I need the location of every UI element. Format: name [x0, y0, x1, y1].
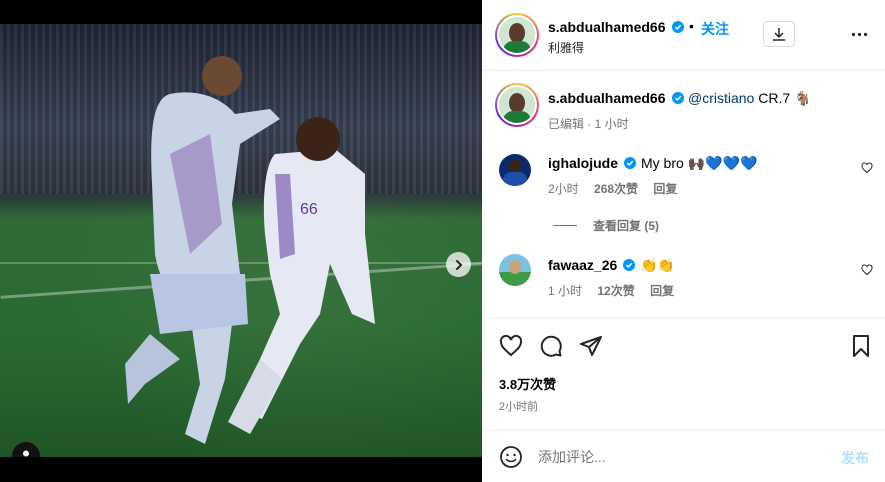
caption-meta: 已编辑 · 1 小时 [548, 117, 629, 131]
like-heart-icon[interactable] [499, 334, 523, 358]
next-slide-button[interactable] [446, 252, 471, 277]
caption-username[interactable]: s.abdualhamed66 [548, 90, 666, 106]
header-separator: • [689, 18, 694, 34]
like-count[interactable]: 3.8万次赞 [499, 374, 556, 393]
save-bookmark-icon[interactable] [849, 334, 873, 358]
comment-meta: 2小时 268次赞 回复 [548, 180, 677, 197]
verified-badge-icon [623, 259, 635, 271]
svg-text:66: 66 [300, 201, 318, 218]
post-header: s.abdualhamed66 • 关注 利雅得 [482, 0, 885, 71]
instagram-post-modal: 66 s.abdualhamed66 • 关注 利雅得 s.abdualhame… [0, 0, 885, 482]
post-time-ago[interactable]: 2小时前 [499, 398, 538, 414]
comment-meta: 1 小时 12次赞 回复 [548, 282, 674, 299]
like-comment-heart-icon[interactable] [861, 264, 873, 276]
post-comment-button[interactable]: 发布 [841, 448, 869, 468]
download-icon [773, 28, 785, 41]
comment-emoji: 👏👏 [640, 257, 675, 273]
caption-body: CR.7 [754, 90, 791, 106]
comment-body: My bro [641, 155, 688, 171]
players-illustration: 66 [125, 56, 375, 444]
chevron-right-icon [455, 259, 462, 270]
comment-avatar[interactable] [499, 254, 531, 286]
like-comment-heart-icon[interactable] [861, 162, 873, 174]
action-bar [482, 318, 885, 378]
view-replies-button[interactable]: 查看回复 (5) [553, 217, 659, 234]
user-icon [23, 450, 29, 457]
view-replies-label: 查看回复 (5) [593, 219, 660, 233]
comment-time: 2小时 [548, 182, 579, 196]
verified-badge-icon [672, 92, 684, 104]
post-location[interactable]: 利雅得 [548, 39, 584, 56]
caption-author-avatar[interactable] [495, 83, 539, 127]
post-image[interactable]: 66 [0, 24, 482, 457]
caption-text: @cristiano CR.7 🐐 [688, 90, 811, 107]
comment-likes[interactable]: 12次赞 [597, 284, 634, 298]
comment-username[interactable]: ighalojude [548, 155, 618, 171]
comment-text: My bro 🙌🏿💙💙💙 [641, 155, 757, 172]
caption-mention[interactable]: @cristiano [688, 90, 754, 106]
caption-emoji: 🐐 [794, 90, 812, 106]
comment-likes[interactable]: 268次赞 [594, 182, 638, 196]
follow-button[interactable]: 关注 [701, 19, 729, 39]
verified-badge-icon [624, 157, 636, 169]
reply-button[interactable]: 回复 [650, 284, 674, 298]
post-side-panel: s.abdualhamed66 • 关注 利雅得 s.abdualhamed66… [482, 0, 885, 482]
comment-bubble-icon[interactable] [539, 334, 563, 358]
download-button[interactable] [763, 21, 795, 47]
comment-emoji: 🙌🏿💙💙💙 [687, 155, 758, 171]
emoji-icon[interactable] [499, 445, 523, 469]
comment-username[interactable]: fawaaz_26 [548, 257, 617, 273]
verified-badge-icon [672, 21, 684, 33]
share-send-icon[interactable] [579, 334, 603, 358]
comment-input[interactable] [538, 445, 798, 469]
author-username[interactable]: s.abdualhamed66 [548, 19, 666, 35]
more-options-icon[interactable] [849, 24, 869, 44]
comment-composer: 发布 [482, 430, 885, 482]
reply-button[interactable]: 回复 [653, 182, 677, 196]
comment-text: 👏👏 [640, 257, 675, 274]
comment-avatar[interactable] [499, 154, 531, 186]
comment-time: 1 小时 [548, 284, 583, 298]
author-avatar[interactable] [495, 13, 539, 57]
